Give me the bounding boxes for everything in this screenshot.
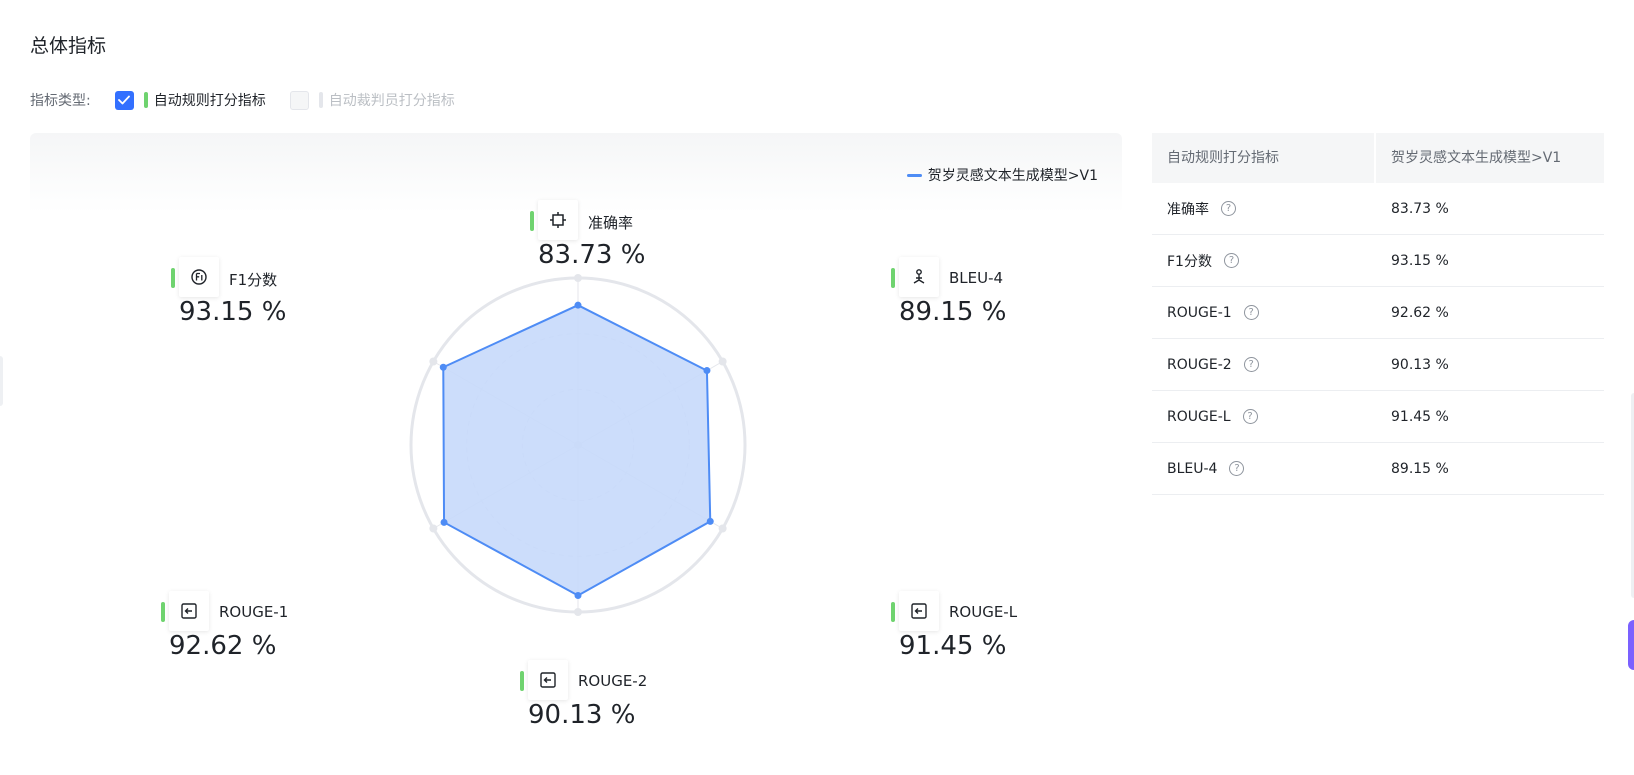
metric-cell: 准确率	[1167, 201, 1209, 218]
help-icon[interactable]: ?	[1242, 409, 1258, 424]
radar-chart-panel: 贺岁灵感文本生成模型>V1 准确率 83.73 % BLEU-4 89.15 %…	[30, 133, 1122, 775]
metric-cell: ROUGE-L	[1167, 408, 1231, 425]
metric-color-bar	[161, 602, 165, 622]
metric-color-bar	[520, 671, 524, 691]
radar-data-point	[574, 301, 582, 309]
radar-data-point	[703, 367, 711, 375]
metric-cell: BLEU-4	[1167, 460, 1218, 477]
metric-name: ROUGE-1	[219, 603, 289, 621]
metric-color-bar	[891, 602, 895, 622]
checkbox-unchecked-icon[interactable]	[289, 90, 309, 110]
metric-label-rouge-l: ROUGE-L 91.45 %	[891, 591, 1051, 665]
target-icon	[538, 200, 578, 240]
value-cell: 89.15 %	[1391, 460, 1449, 477]
radar-data-point	[440, 518, 448, 526]
metric-cell: F1分数	[1167, 253, 1212, 270]
metric-label-accuracy: 准确率 83.73 %	[530, 200, 690, 274]
help-icon[interactable]: ?	[1243, 357, 1259, 372]
series-color-bar	[318, 92, 323, 108]
metric-value: 90.13 %	[528, 700, 636, 730]
checkbox-auto-judge[interactable]: 自动裁判员打分指标	[289, 90, 455, 110]
table-header: 自动规则打分指标 贺岁灵感文本生成模型>V1	[1152, 133, 1604, 183]
metric-color-bar	[530, 211, 534, 231]
metrics-table: 自动规则打分指标 贺岁灵感文本生成模型>V1 准确率? 83.73 % F1分数…	[1152, 133, 1604, 495]
radar-series-area	[442, 304, 712, 597]
value-cell: 93.15 %	[1391, 252, 1449, 269]
radar-axis-dot	[574, 274, 582, 282]
radar-axis-dot	[429, 524, 438, 533]
help-icon[interactable]: ?	[1223, 253, 1239, 268]
metric-cell: ROUGE-2	[1167, 356, 1232, 373]
f1-icon	[179, 257, 219, 297]
checkbox-label: 自动规则打分指标	[153, 93, 266, 109]
table-row: BLEU-4? 89.15 %	[1152, 443, 1604, 495]
radar-axis-dot	[718, 357, 727, 366]
filter-label: 指标类型:	[30, 93, 91, 109]
table-row: F1分数? 93.15 %	[1152, 235, 1604, 287]
metric-value: 89.15 %	[899, 297, 1007, 327]
metric-color-bar	[171, 268, 175, 288]
radar-axis-dot	[718, 524, 727, 533]
metric-color-bar	[891, 268, 895, 288]
value-cell: 91.45 %	[1391, 408, 1449, 425]
checkbox-checked-icon[interactable]	[114, 90, 134, 110]
rouge-icon	[899, 591, 939, 631]
metric-label-rouge-2: ROUGE-2 90.13 %	[520, 660, 680, 734]
column-header-metric: 自动规则打分指标	[1152, 133, 1376, 183]
metric-value: 91.45 %	[899, 631, 1007, 661]
table-row: ROUGE-1? 92.62 %	[1152, 287, 1604, 339]
page-title: 总体指标	[30, 35, 107, 57]
bleu-icon	[899, 257, 939, 297]
checkbox-auto-rule[interactable]: 自动规则打分指标	[114, 90, 266, 110]
metric-value: 93.15 %	[179, 297, 287, 327]
metric-name: F1分数	[229, 271, 278, 289]
help-icon[interactable]: ?	[1221, 201, 1236, 216]
column-header-model: 贺岁灵感文本生成模型>V1	[1391, 150, 1562, 166]
metric-name: ROUGE-2	[578, 672, 648, 690]
table-row: ROUGE-2? 90.13 %	[1152, 339, 1604, 391]
table-row: ROUGE-L? 91.45 %	[1152, 391, 1604, 443]
radar-axis-dot	[574, 608, 582, 616]
rouge-icon	[169, 591, 209, 631]
value-cell: 90.13 %	[1391, 356, 1449, 373]
help-icon[interactable]: ?	[1243, 305, 1259, 320]
radar-data-point	[439, 363, 447, 371]
metric-value: 83.73 %	[538, 240, 646, 270]
side-panel-handle[interactable]	[0, 356, 3, 406]
series-color-bar	[143, 92, 148, 108]
metric-name: BLEU-4	[949, 269, 1004, 287]
metric-type-filter: 指标类型: 自动规则打分指标 自动裁判员打分指标	[30, 89, 479, 111]
metric-cell: ROUGE-1	[1167, 304, 1232, 321]
value-cell: 83.73 %	[1391, 200, 1449, 217]
floating-assistant-button[interactable]	[1628, 620, 1634, 670]
metric-label-bleu4: BLEU-4 89.15 %	[891, 257, 1051, 331]
rouge-icon	[528, 660, 568, 700]
help-icon[interactable]: ?	[1229, 461, 1245, 476]
metric-label-rouge-1: ROUGE-1 92.62 %	[161, 591, 321, 665]
table-row: 准确率? 83.73 %	[1152, 183, 1604, 235]
radar-axis-dot	[429, 357, 438, 366]
metric-name: 准确率	[588, 214, 634, 232]
value-cell: 92.62 %	[1391, 304, 1449, 321]
metric-label-f1: F1分数 93.15 %	[171, 257, 331, 331]
metric-name: ROUGE-L	[949, 603, 1018, 621]
radar-data-point	[574, 592, 582, 600]
radar-data-point	[706, 517, 714, 525]
checkbox-label: 自动裁判员打分指标	[328, 93, 455, 109]
metric-value: 92.62 %	[169, 631, 277, 661]
